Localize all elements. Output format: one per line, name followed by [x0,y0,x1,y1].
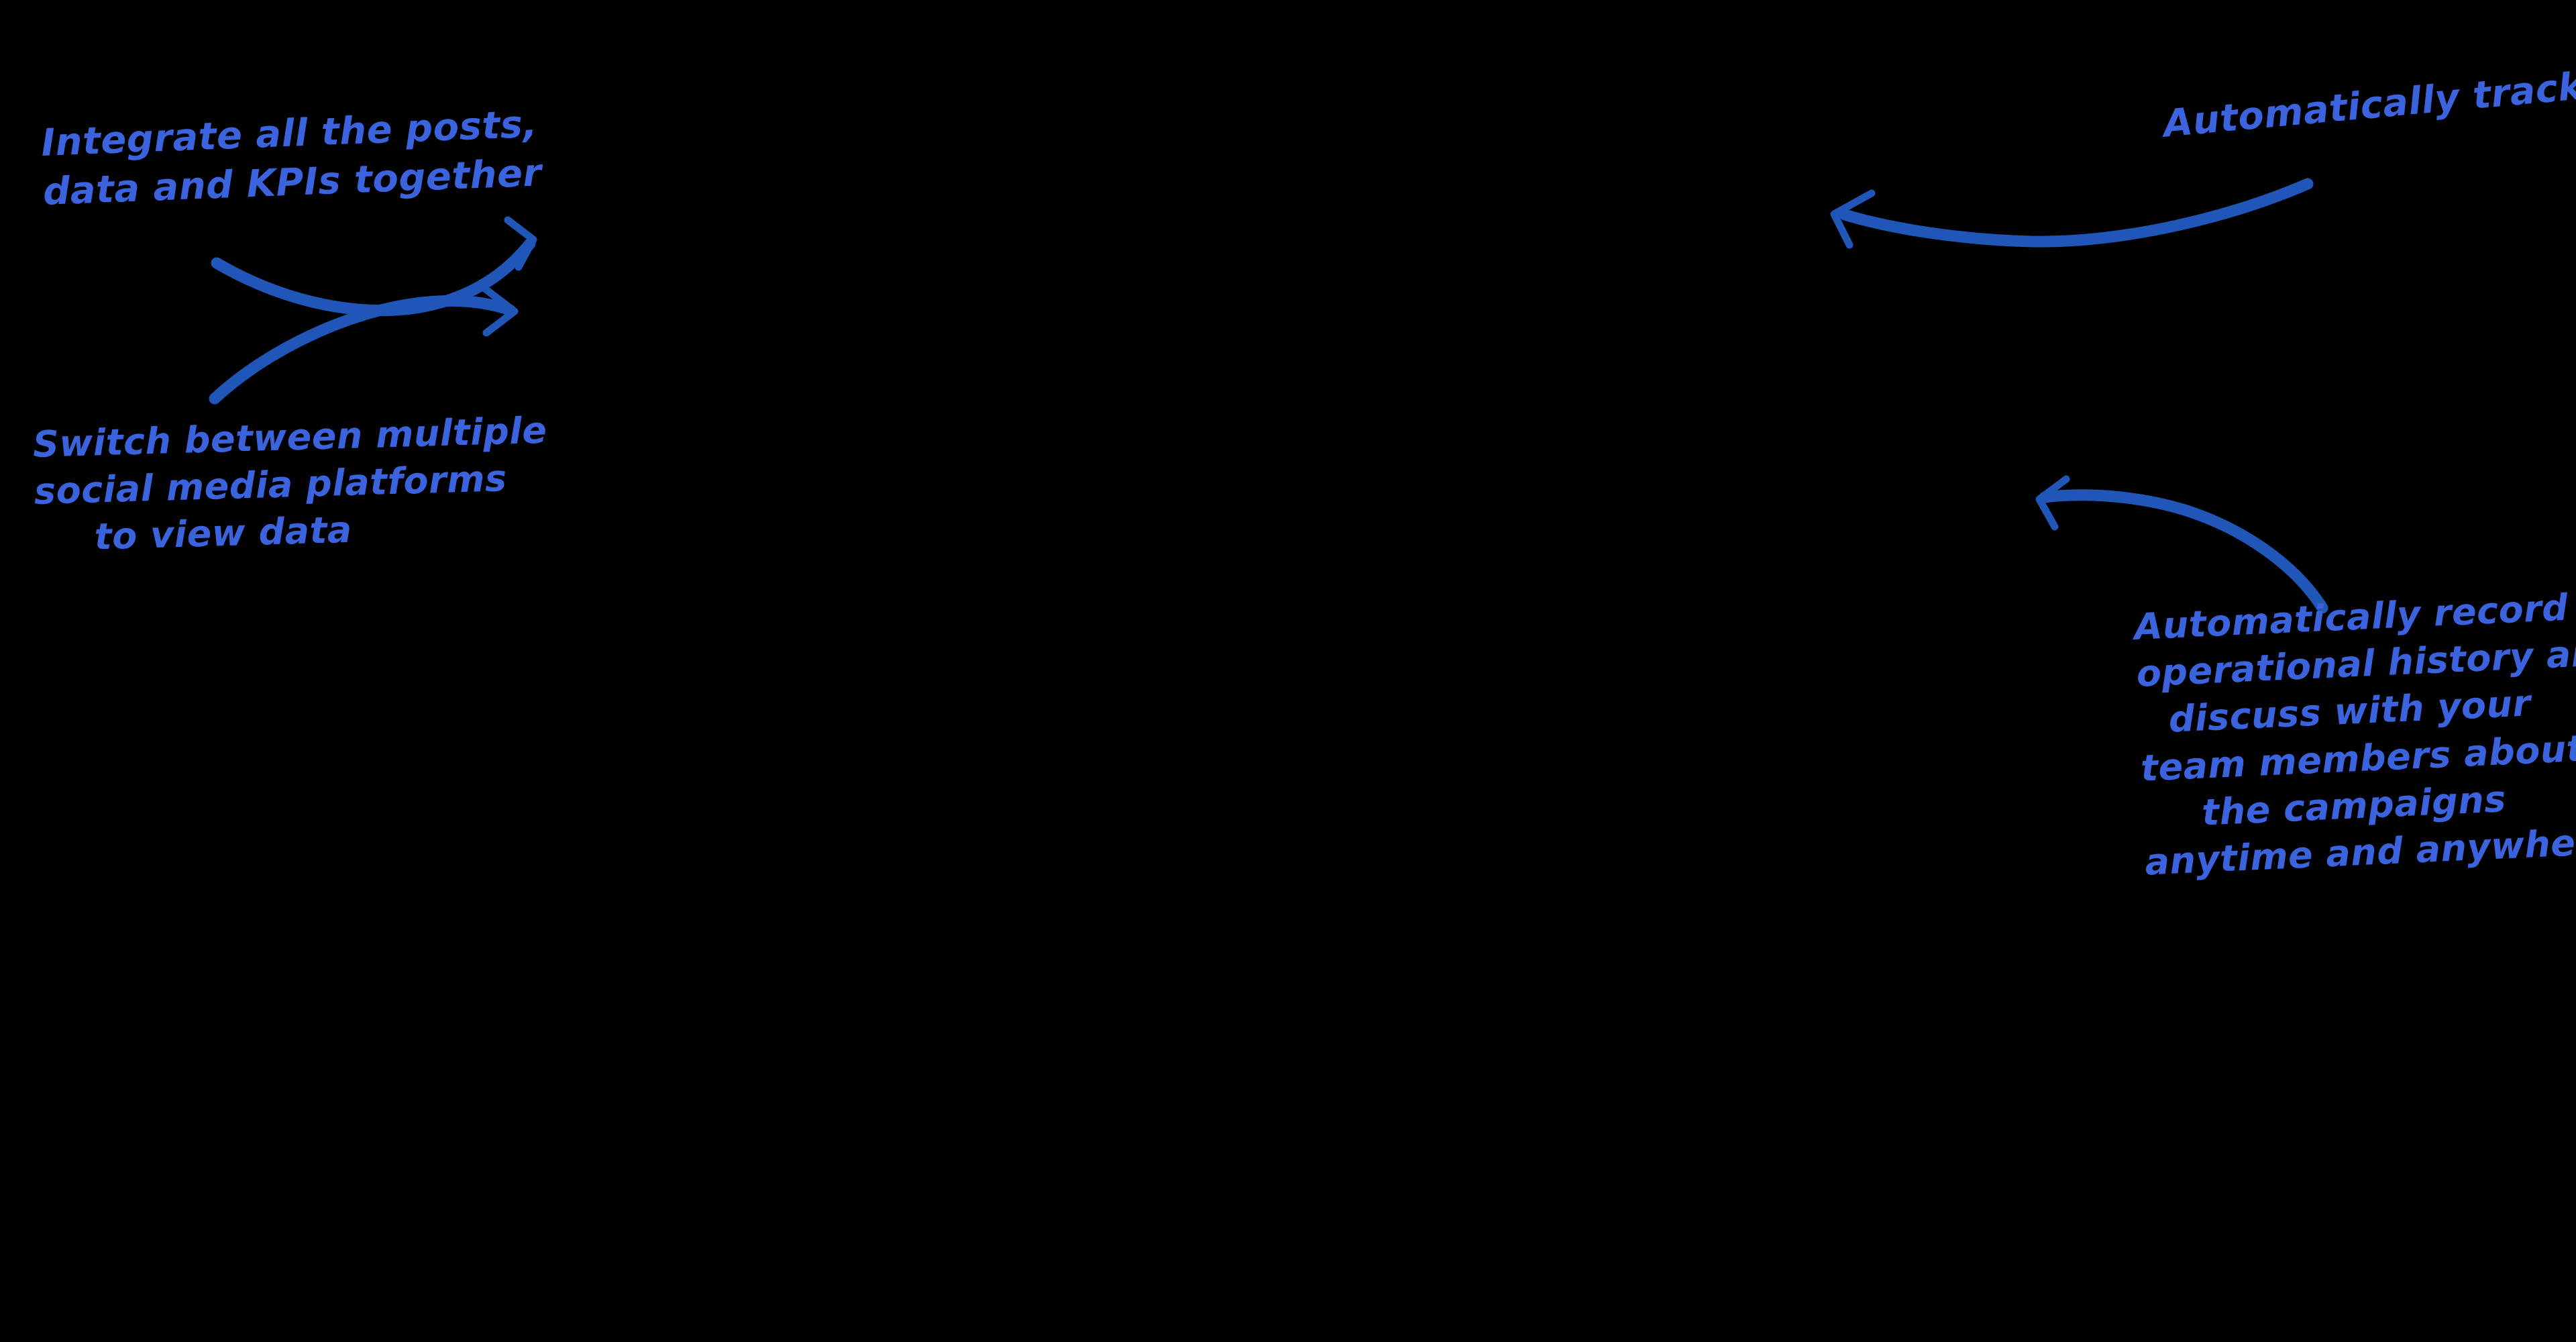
pointer-arrow-upper-left [211,216,537,317]
annotation-integrate-posts: Integrate all the posts, data and KPIs t… [40,100,543,217]
annotation-line: Automatically track KPIs [2161,55,2576,146]
annotation-canvas: Integrate all the posts, data and KPIs t… [0,0,2576,1342]
annotation-switch-platforms: Switch between multiple social media pla… [32,409,547,562]
annotation-record-history: Automatically record all the operational… [2133,580,2576,886]
pointer-arrow-lower-left [209,283,519,405]
pointer-arrow-bottom-right [2035,475,2328,614]
annotation-track-kpis: Automatically track KPIs [2161,53,2576,150]
pointer-arrow-top-right [1830,178,2314,249]
